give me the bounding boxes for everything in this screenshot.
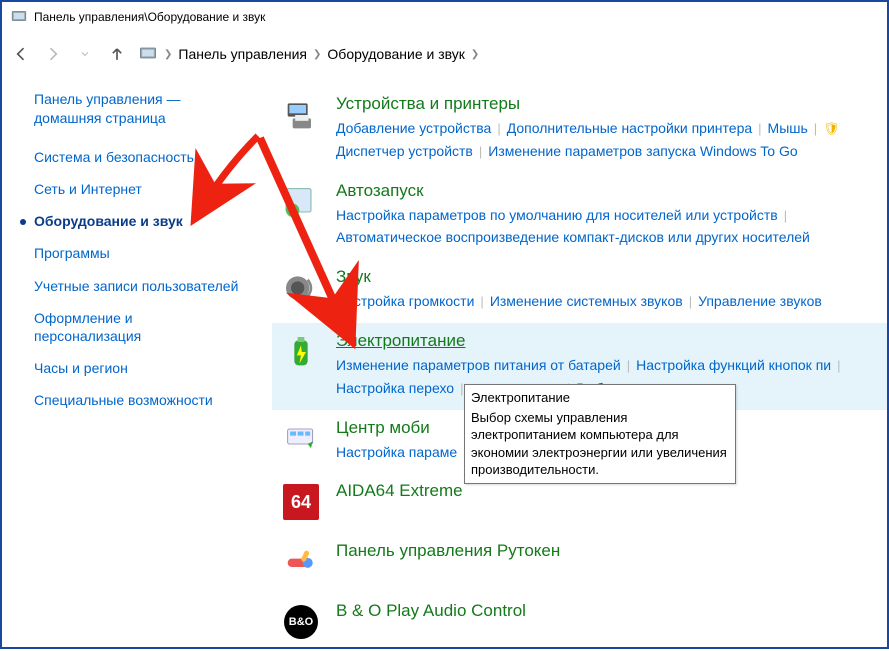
sidebar-item[interactable]: Часы и регион [34, 359, 240, 377]
category-links: Добавление устройства | Дополнительные нас… [336, 117, 869, 163]
category-body: AIDA64 Extreme [336, 481, 869, 504]
main-panel: Устройства и принтеры Добавление устройст… [262, 76, 887, 647]
rutoken-icon [280, 541, 322, 583]
breadcrumb[interactable]: ❯ Панель управления ❯ Оборудование и зву… [138, 43, 479, 66]
category-link[interactable]: Управление звуков [698, 293, 822, 309]
category-link[interactable]: Изменение параметров питания от батарей [336, 357, 621, 373]
category-link[interactable]: Изменение параметров запуска Windows To … [488, 143, 797, 159]
navigation-bar: ❯ Панель управления ❯ Оборудование и зву… [2, 32, 887, 76]
link-separator: | [784, 208, 787, 223]
chevron-right-icon: ❯ [313, 49, 321, 60]
category-link[interactable]: Дополнительные настройки принтера [507, 120, 752, 136]
control-panel-icon [138, 43, 158, 66]
category: B&O B & O Play Audio Control [272, 593, 887, 647]
category-title[interactable]: B & O Play Audio Control [336, 601, 869, 621]
sidebar-home-link[interactable]: Панель управления — домашняя страница [34, 90, 240, 128]
link-separator: | [837, 358, 840, 373]
category: Звук Настройка громкости | Изменение систем… [272, 259, 887, 323]
sidebar-item[interactable]: Сеть и Интернет [34, 180, 240, 198]
autoplay-icon [280, 181, 322, 223]
category-link[interactable]: Автоматическое воспроизведение компакт-д… [336, 229, 810, 245]
link-separator: | [814, 121, 817, 136]
nav-back-button[interactable] [10, 43, 32, 65]
tooltip-title: Электропитание [471, 389, 729, 407]
sidebar: Панель управления — домашняя страница Си… [2, 76, 262, 647]
category-link[interactable]: Добавление устройства [336, 120, 491, 136]
nav-recent-button[interactable] [74, 43, 96, 65]
sidebar-item[interactable]: Оборудование и звук [34, 212, 240, 230]
category-link[interactable]: Настройка громкости [336, 293, 474, 309]
link-separator: | [627, 358, 630, 373]
aida64-icon: 64 [280, 481, 322, 523]
power-icon [280, 331, 322, 373]
category: Устройства и принтеры Добавление устройст… [272, 86, 887, 173]
category-body: Панель управления Рутокен [336, 541, 869, 564]
category: Панель управления Рутокен [272, 533, 887, 593]
category-link[interactable]: Настройка параме [336, 444, 457, 460]
breadcrumb-item[interactable]: Панель управления [178, 46, 307, 62]
sidebar-item[interactable]: Программы [34, 244, 240, 262]
control-panel-icon [10, 7, 28, 28]
devices-printers-icon [280, 94, 322, 136]
category-title[interactable]: Электропитание [336, 331, 869, 351]
nav-forward-button[interactable] [42, 43, 64, 65]
bo-icon: B&O [280, 601, 322, 643]
category-link[interactable]: Мышь [768, 120, 808, 136]
category-body: Звук Настройка громкости | Изменение систем… [336, 267, 869, 313]
mobility-icon [280, 418, 322, 460]
category: Автозапуск Настройка параметров по умолча… [272, 173, 887, 260]
category-links: Настройка параметров по умолчанию для но… [336, 204, 869, 250]
link-separator: | [689, 294, 692, 309]
category-link[interactable]: Настройка перехо [336, 380, 454, 396]
link-separator: | [460, 381, 463, 396]
content-area: Панель управления — домашняя страница Си… [2, 76, 887, 647]
category-links: Настройка громкости | Изменение системных … [336, 290, 869, 313]
window-titlebar: Панель управления\Оборудование и звук [2, 2, 887, 32]
category-link[interactable]: Настройка функций кнопок пи [636, 357, 831, 373]
sidebar-item[interactable]: Оформление и персонализация [34, 309, 240, 345]
link-separator: | [480, 294, 483, 309]
category-link[interactable]: Настройка параметров по умолчанию для но… [336, 207, 778, 223]
category-link[interactable]: Изменение системных звуков [490, 293, 683, 309]
chevron-right-icon: ❯ [164, 49, 172, 60]
category-title[interactable]: AIDA64 Extreme [336, 481, 869, 501]
category-body: B & O Play Audio Control [336, 601, 869, 624]
category-title[interactable]: Панель управления Рутокен [336, 541, 869, 561]
link-separator: | [497, 121, 500, 136]
breadcrumb-item[interactable]: Оборудование и звук [327, 46, 465, 62]
shield-icon: 🛡 [823, 121, 840, 136]
sidebar-item[interactable]: Специальные возможности [34, 391, 240, 409]
tooltip-body: Выбор схемы управления электропитанием к… [471, 409, 729, 479]
category-title[interactable]: Автозапуск [336, 181, 869, 201]
category-title[interactable]: Звук [336, 267, 869, 287]
tooltip: Электропитание Выбор схемы управления эл… [464, 384, 736, 484]
sidebar-item[interactable]: Система и безопасность [34, 148, 240, 166]
window-title: Панель управления\Оборудование и звук [34, 10, 265, 24]
nav-up-button[interactable] [106, 43, 128, 65]
link-separator: | [758, 121, 761, 136]
category-body: Устройства и принтеры Добавление устройст… [336, 94, 869, 163]
category-title[interactable]: Устройства и принтеры [336, 94, 869, 114]
sound-icon [280, 267, 322, 309]
category-body: Автозапуск Настройка параметров по умолча… [336, 181, 869, 250]
category-link[interactable]: Диспетчер устройств [336, 143, 473, 159]
sidebar-item[interactable]: Учетные записи пользователей [34, 277, 240, 295]
chevron-right-icon: ❯ [471, 49, 479, 60]
link-separator: | [479, 144, 482, 159]
